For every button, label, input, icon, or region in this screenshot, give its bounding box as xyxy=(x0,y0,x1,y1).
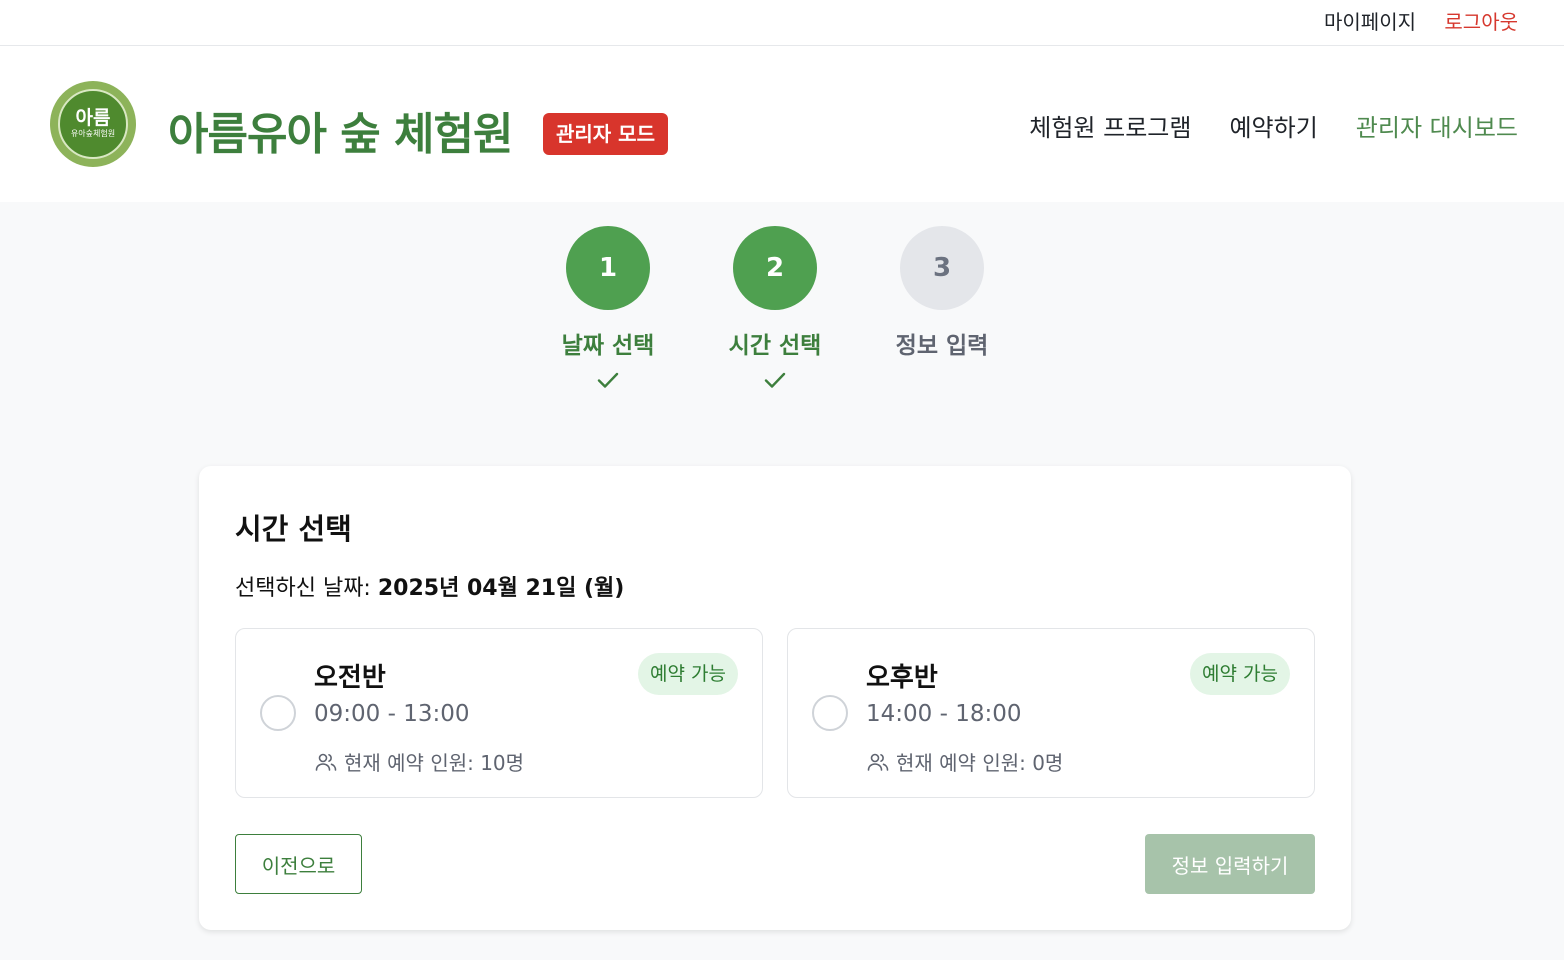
availability-badge: 예약 가능 xyxy=(638,653,738,695)
main-nav: 체험원 프로그램 예약하기 관리자 대시보드 xyxy=(1029,108,1518,143)
step-info: 3 정보 입력 xyxy=(872,226,1012,360)
card-title: 시간 선택 xyxy=(235,512,352,546)
step-number: 1 xyxy=(566,226,650,310)
check-icon xyxy=(538,368,678,392)
step-label: 시간 선택 xyxy=(728,333,822,359)
slot-count-text: 현재 예약 인원: 10명 xyxy=(344,751,525,775)
step-number: 3 xyxy=(900,226,984,310)
slot-count: 현재 예약 인원: 10명 xyxy=(314,747,524,776)
admin-mode-badge: 관리자 모드 xyxy=(543,113,668,155)
nav-admin-dashboard[interactable]: 관리자 대시보드 xyxy=(1356,108,1518,143)
top-utility-bar: 마이페이지 로그아웃 xyxy=(0,0,1564,46)
step-number: 2 xyxy=(733,226,817,310)
slot-time: 09:00 - 13:00 xyxy=(314,701,470,727)
users-icon xyxy=(867,753,889,771)
site-logo[interactable]: 아름 유아숲체험원 xyxy=(50,81,136,167)
time-slot-afternoon[interactable]: 오후반 14:00 - 18:00 현재 예약 인원: 0명 예약 가능 xyxy=(787,628,1315,798)
mypage-link[interactable]: 마이페이지 xyxy=(1324,6,1416,35)
check-icon xyxy=(705,368,845,392)
selected-date-value: 2025년 04월 21일 (월) xyxy=(377,576,625,601)
slot-name: 오후반 xyxy=(866,663,938,693)
slot-time: 14:00 - 18:00 xyxy=(866,701,1022,727)
logo-sub-text: 유아숲체험원 xyxy=(70,129,116,138)
step-label: 날짜 선택 xyxy=(561,333,655,359)
slot-count-text: 현재 예약 인원: 0명 xyxy=(896,751,1064,775)
selected-date: 선택하신 날짜: 2025년 04월 21일 (월) xyxy=(235,570,624,602)
logo-main-text: 아름 xyxy=(75,107,111,129)
availability-badge: 예약 가능 xyxy=(1190,653,1290,695)
step-label: 정보 입력 xyxy=(895,333,989,359)
time-selection-card: 시간 선택 선택하신 날짜: 2025년 04월 21일 (월) 오전반 09:… xyxy=(199,466,1351,930)
radio-icon[interactable] xyxy=(260,695,296,731)
logo-emblem: 아름 유아숲체험원 xyxy=(58,89,128,159)
slot-name: 오전반 xyxy=(314,663,386,693)
time-slot-morning[interactable]: 오전반 09:00 - 13:00 현재 예약 인원: 10명 예약 가능 xyxy=(235,628,763,798)
site-title[interactable]: 아름유아 숲 체험원 xyxy=(168,98,513,162)
radio-icon[interactable] xyxy=(812,695,848,731)
step-time: 2 시간 선택 xyxy=(705,226,845,392)
previous-button[interactable]: 이전으로 xyxy=(235,834,362,894)
logout-link[interactable]: 로그아웃 xyxy=(1444,6,1518,35)
step-date: 1 날짜 선택 xyxy=(538,226,678,392)
site-header: 아름 유아숲체험원 아름유아 숲 체험원 관리자 모드 체험원 프로그램 예약하… xyxy=(0,46,1564,202)
step-indicator: 1 날짜 선택 2 시간 선택 3 정보 입력 xyxy=(0,226,1564,396)
slot-count: 현재 예약 인원: 0명 xyxy=(866,747,1063,776)
selected-date-prefix: 선택하신 날짜: xyxy=(235,576,378,601)
nav-reservation[interactable]: 예약하기 xyxy=(1229,108,1317,143)
nav-programs[interactable]: 체험원 프로그램 xyxy=(1029,108,1191,143)
users-icon xyxy=(315,753,337,771)
next-info-button[interactable]: 정보 입력하기 xyxy=(1145,834,1315,894)
